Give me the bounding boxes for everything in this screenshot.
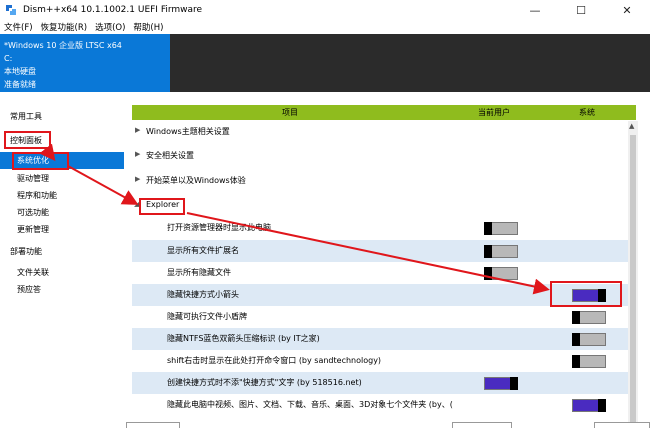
sidebar-label: 驱动管理	[17, 174, 49, 183]
sidebar-label: 程序和功能	[17, 191, 57, 200]
group-row-start-menu[interactable]: ▶ 开始菜单以及Windows体验	[132, 170, 628, 192]
close-button[interactable]: ✕	[604, 0, 650, 20]
session-os-name: *Windows 10 企业版 LTSC x64	[4, 41, 122, 50]
bottom-button-middle[interactable]	[452, 422, 512, 428]
setting-label: 隐藏可执行文件小盾牌	[167, 312, 247, 321]
table-row: 隐藏NTFS蓝色双箭头压缩标识 (by IT之家)	[132, 328, 628, 350]
setting-label: 创建快捷方式时不添"快捷方式"文字 (by 518516.net)	[167, 378, 362, 387]
group-row-explorer[interactable]: ◢ Explorer	[132, 195, 628, 217]
table-row: 隐藏可执行文件小盾牌	[132, 306, 628, 328]
annotation-box-shortcut-arrow-toggle	[550, 281, 622, 307]
annotation-box-system-optimization	[12, 152, 69, 170]
table-row: 显示所有文件扩展名	[132, 240, 628, 262]
group-label: 安全相关设置	[146, 151, 194, 160]
user-toggle[interactable]	[484, 222, 518, 235]
minimize-button[interactable]: —	[512, 0, 558, 20]
menu-file[interactable]: 文件(F)	[4, 21, 33, 33]
bottom-button-left[interactable]	[126, 422, 180, 428]
annotation-box-control-panel	[4, 131, 51, 149]
system-toggle[interactable]	[572, 355, 606, 368]
divider	[0, 92, 650, 100]
table-row: 隐藏此电脑中视频、图片、文档、下载、音乐、桌面、3D对象七个文件夹 (by、(	[132, 394, 628, 416]
system-toggle[interactable]	[572, 399, 606, 412]
sidebar-label: 可选功能	[17, 208, 49, 217]
menu-bar: 文件(F) 恢复功能(R) 选项(O) 帮助(H)	[0, 20, 650, 34]
user-toggle[interactable]	[484, 267, 518, 280]
header-item: 项目	[282, 108, 298, 117]
session-list-area	[170, 34, 650, 92]
sidebar-item-programs-features[interactable]: 程序和功能	[0, 187, 124, 204]
menu-help[interactable]: 帮助(H)	[133, 21, 163, 33]
user-toggle[interactable]	[484, 245, 518, 258]
session-status: 准备就绪	[4, 80, 36, 89]
menu-options[interactable]: 选项(O)	[95, 21, 125, 33]
header-current-user: 当前用户	[478, 108, 510, 117]
sidebar-item-file-association[interactable]: 文件关联	[0, 264, 124, 281]
title-bar: Dism++x64 10.1.1002.1 UEFI Firmware — ☐ …	[0, 0, 650, 20]
setting-label: 隐藏快捷方式小箭头	[167, 290, 239, 299]
sidebar-label: 更新管理	[17, 225, 49, 234]
setting-label: 显示所有文件扩展名	[167, 246, 239, 255]
session-drive: C:	[4, 54, 13, 63]
setting-label: 隐藏NTFS蓝色双箭头压缩标识 (by IT之家)	[167, 334, 320, 343]
scroll-up-icon[interactable]: ▲	[629, 122, 634, 130]
table-row: 创建快捷方式时不添"快捷方式"文字 (by 518516.net)	[132, 372, 628, 394]
session-disk-type: 本地硬盘	[4, 67, 36, 76]
table-header: 项目 当前用户 系统	[132, 105, 636, 120]
chevron-right-icon[interactable]: ▶	[135, 175, 140, 183]
system-toggle[interactable]	[572, 311, 606, 324]
group-label: Windows主题相关设置	[146, 127, 230, 136]
window-title: Dism++x64 10.1.1002.1 UEFI Firmware	[23, 5, 203, 15]
sidebar-item-unattended[interactable]: 预应答	[0, 281, 124, 298]
user-toggle[interactable]	[484, 377, 518, 390]
main-content: 项目 当前用户 系统 ▶ Windows主题相关设置 ▶ 安全相关设置 ▶ 开始…	[124, 100, 650, 428]
bottom-button-right[interactable]	[594, 422, 650, 428]
sidebar-section-deployment[interactable]: 部署功能	[0, 243, 124, 260]
chevron-right-icon[interactable]: ▶	[135, 150, 140, 158]
sidebar-item-driver-management[interactable]: 驱动管理	[0, 170, 124, 187]
sidebar-label: 预应答	[17, 285, 41, 294]
sidebar-section-common-tools[interactable]: 常用工具	[0, 108, 124, 125]
maximize-button[interactable]: ☐	[558, 0, 604, 20]
setting-label: 显示所有隐藏文件	[167, 268, 231, 277]
setting-label: 打开资源管理器时显示此电脑	[167, 223, 271, 232]
sidebar: 常用工具 控制面板 系统优化 驱动管理 程序和功能 可选功能 更新管理 部署功能…	[0, 100, 124, 428]
group-row-windows-theme[interactable]: ▶ Windows主题相关设置	[132, 121, 628, 143]
header-system: 系统	[579, 108, 595, 117]
table-row: shift右击时显示在此处打开命令窗口 (by sandtechnology)	[132, 350, 628, 372]
vertical-scrollbar[interactable]: ▲	[628, 121, 638, 428]
sidebar-label: 文件关联	[17, 268, 49, 277]
system-toggle[interactable]	[572, 333, 606, 346]
sidebar-label: 常用工具	[10, 112, 42, 121]
menu-restore[interactable]: 恢复功能(R)	[41, 21, 88, 33]
setting-label: 隐藏此电脑中视频、图片、文档、下载、音乐、桌面、3D对象七个文件夹 (by、(	[167, 400, 453, 409]
annotation-box-explorer	[139, 198, 185, 215]
setting-label: shift右击时显示在此处打开命令窗口 (by sandtechnology)	[167, 356, 382, 365]
session-card[interactable]: *Windows 10 企业版 LTSC x64 C: 本地硬盘 准备就绪	[0, 34, 170, 92]
sidebar-item-update-management[interactable]: 更新管理	[0, 221, 124, 238]
group-label: 开始菜单以及Windows体验	[146, 176, 246, 185]
table-row: 打开资源管理器时显示此电脑	[132, 217, 628, 239]
app-logo-icon	[5, 4, 17, 16]
scroll-thumb[interactable]	[630, 135, 636, 425]
chevron-right-icon[interactable]: ▶	[135, 126, 140, 134]
bottom-button-bar	[124, 422, 650, 428]
sidebar-label: 部署功能	[10, 247, 42, 256]
sidebar-item-optional-features[interactable]: 可选功能	[0, 204, 124, 221]
group-row-security[interactable]: ▶ 安全相关设置	[132, 145, 628, 167]
